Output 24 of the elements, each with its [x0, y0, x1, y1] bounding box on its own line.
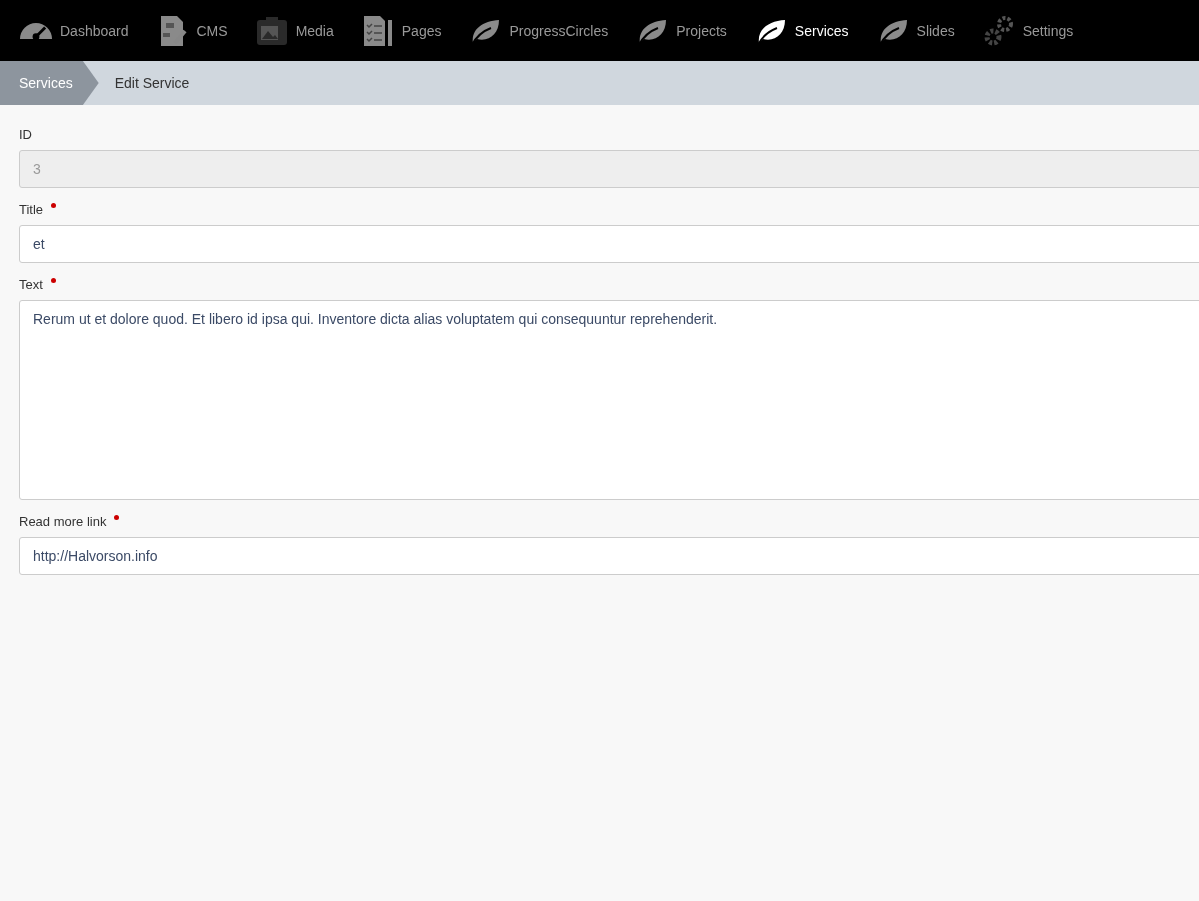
text-area[interactable]: Rerum ut et dolore quod. Et libero id ipsa qui. Inventore dicta alias voluptatem qui consequuntur reprehenderit.	[19, 300, 1199, 500]
camera-icon	[255, 14, 288, 47]
nav-item[interactable]: Services	[754, 14, 849, 47]
nav-item[interactable]: Settings	[982, 14, 1074, 47]
field-label: Text	[19, 277, 43, 292]
speedometer-icon	[20, 22, 52, 39]
required-dot	[51, 203, 57, 208]
nav-item[interactable]: ProgressCircles	[469, 14, 609, 47]
nav-item[interactable]: Dashboard	[20, 22, 129, 39]
required-dot	[50, 278, 56, 283]
breadcrumb-current: Edit Service	[113, 75, 190, 91]
field-label: Title	[19, 202, 44, 217]
checklist-icon	[361, 14, 394, 47]
nav-item[interactable]: CMS	[156, 14, 228, 47]
gears-icon	[982, 14, 1015, 47]
nav-item[interactable]: Media	[255, 14, 334, 47]
input-field[interactable]: http://Halvorson.info	[19, 537, 1199, 575]
nav-item[interactable]: Pages	[361, 14, 442, 47]
input-field[interactable]: et	[19, 225, 1199, 263]
nav-item[interactable]: Slides	[876, 14, 955, 47]
required-dot	[114, 515, 120, 520]
nav-item[interactable]: Projects	[636, 14, 727, 47]
field-label: Read more link	[19, 514, 107, 529]
field-label: ID	[19, 127, 32, 142]
